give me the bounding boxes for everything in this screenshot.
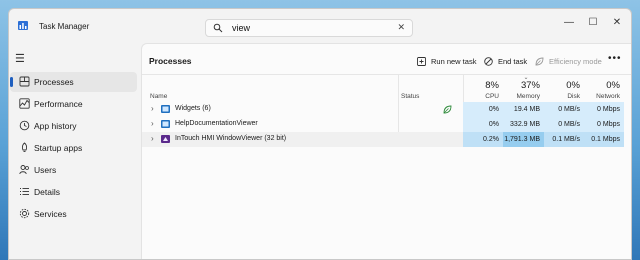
- column-header-memory[interactable]: ⌄ 37% Memory: [503, 75, 544, 102]
- task-manager-window: Task Manager ✕ — ☐ ✕ ☰ Processes: [8, 8, 632, 260]
- cpu-label: CPU: [485, 93, 499, 100]
- disk-cell: 0.1 MB/s: [544, 132, 584, 147]
- disk-cell: 0 MB/s: [544, 117, 584, 132]
- maximize-button[interactable]: ☐: [583, 16, 603, 30]
- efficiency-mode-label: Efficiency mode: [549, 56, 602, 66]
- disk-total: 0%: [566, 80, 580, 91]
- sidebar-item-services[interactable]: Services: [10, 204, 137, 224]
- end-task-icon: [484, 56, 493, 66]
- disk-label: Disk: [567, 93, 580, 100]
- sidebar-item-users[interactable]: Users: [10, 160, 137, 180]
- performance-icon: [19, 98, 30, 109]
- search-icon: [213, 23, 223, 33]
- users-icon: [19, 165, 29, 175]
- services-icon: [19, 208, 30, 219]
- process-name: Widgets (6): [175, 105, 211, 112]
- more-options-button[interactable]: •••: [608, 53, 622, 64]
- sidebar-item-label: Services: [34, 209, 67, 219]
- expand-chevron-icon[interactable]: ›: [151, 119, 154, 128]
- sidebar-item-label: Processes: [34, 77, 74, 87]
- sidebar: ☰ Processes Performance App history Star…: [9, 45, 141, 259]
- help-viewer-app-icon: [161, 120, 170, 128]
- run-new-task-button[interactable]: Run new task: [417, 54, 476, 68]
- intouch-app-icon: [161, 135, 170, 143]
- process-name: InTouch HMI WindowViewer (32 bit): [175, 135, 287, 142]
- widgets-app-icon: [161, 105, 170, 113]
- table-row[interactable]: › InTouch HMI WindowViewer (32 bit) 0.2%…: [142, 132, 631, 147]
- network-cell: 0 Mbps: [584, 102, 624, 117]
- memory-label: Memory: [516, 93, 540, 100]
- close-button[interactable]: ✕: [607, 16, 627, 30]
- page-title: Processes: [149, 56, 192, 66]
- details-icon: [20, 188, 29, 195]
- disk-cell: 0 MB/s: [544, 102, 584, 117]
- process-name: HelpDocumentationViewer: [175, 120, 258, 127]
- startup-apps-icon: [21, 142, 28, 152]
- network-cell: 0 Mbps: [584, 117, 624, 132]
- search-input[interactable]: [232, 22, 382, 34]
- clear-search-icon[interactable]: ✕: [397, 22, 405, 33]
- expand-chevron-icon[interactable]: ›: [151, 104, 154, 113]
- sidebar-item-details[interactable]: Details: [10, 182, 137, 202]
- run-new-task-icon: [417, 56, 426, 66]
- column-header-status[interactable]: Status: [401, 93, 419, 100]
- processes-panel: Processes Run new task End task Efficien…: [141, 43, 631, 259]
- task-manager-app-icon: [18, 21, 28, 30]
- sidebar-item-label: Users: [34, 165, 57, 175]
- sidebar-item-startup-apps[interactable]: Startup apps: [10, 138, 137, 158]
- memory-total: 37%: [520, 80, 540, 91]
- end-task-button[interactable]: End task: [484, 54, 527, 68]
- minimize-button[interactable]: —: [559, 16, 579, 30]
- run-new-task-label: Run new task: [431, 56, 477, 66]
- column-header-network[interactable]: 0% Network: [584, 75, 624, 102]
- memory-cell: 19.4 MB: [503, 102, 544, 117]
- column-header-name[interactable]: Name: [150, 93, 167, 100]
- network-total: 0%: [606, 80, 620, 91]
- app-history-icon: [19, 120, 30, 131]
- sidebar-item-label: Performance: [34, 99, 83, 109]
- table-row[interactable]: › HelpDocumentationViewer 0% 332.9 MB 0 …: [142, 117, 631, 132]
- end-task-label: End task: [498, 56, 528, 66]
- active-indicator: [10, 77, 13, 87]
- cpu-cell: 0%: [463, 102, 503, 117]
- table-row[interactable]: › Widgets (6) 0% 19.4 MB 0 MB/s 0 Mbps: [142, 102, 631, 117]
- cpu-cell: 0.2%: [463, 132, 503, 147]
- efficiency-mode-button[interactable]: Efficiency mode: [535, 54, 602, 68]
- leaf-efficiency-icon: [443, 105, 452, 114]
- cpu-total: 8%: [485, 80, 499, 91]
- network-label: Network: [596, 93, 620, 100]
- column-header-disk[interactable]: 0% Disk: [544, 75, 584, 102]
- sidebar-item-performance[interactable]: Performance: [10, 94, 137, 114]
- memory-cell: 1,791.3 MB: [503, 132, 544, 147]
- network-cell: 0.1 Mbps: [584, 132, 624, 147]
- sidebar-item-label: Startup apps: [34, 143, 83, 153]
- memory-cell: 332.9 MB: [503, 117, 544, 132]
- cpu-cell: 0%: [463, 117, 503, 132]
- sidebar-item-label: Details: [34, 187, 60, 197]
- column-header-cpu[interactable]: 8% CPU: [463, 75, 503, 102]
- app-title: Task Manager: [39, 22, 90, 31]
- expand-chevron-icon[interactable]: ›: [151, 134, 154, 143]
- processes-icon: [19, 76, 30, 87]
- hamburger-menu-icon[interactable]: ☰: [15, 52, 25, 65]
- leaf-icon: [535, 57, 544, 65]
- title-bar: Task Manager ✕ — ☐ ✕: [9, 9, 631, 45]
- sidebar-item-app-history[interactable]: App history: [10, 116, 137, 136]
- sidebar-item-processes[interactable]: Processes: [10, 72, 137, 92]
- sidebar-item-label: App history: [34, 121, 77, 131]
- search-box[interactable]: ✕: [205, 19, 413, 37]
